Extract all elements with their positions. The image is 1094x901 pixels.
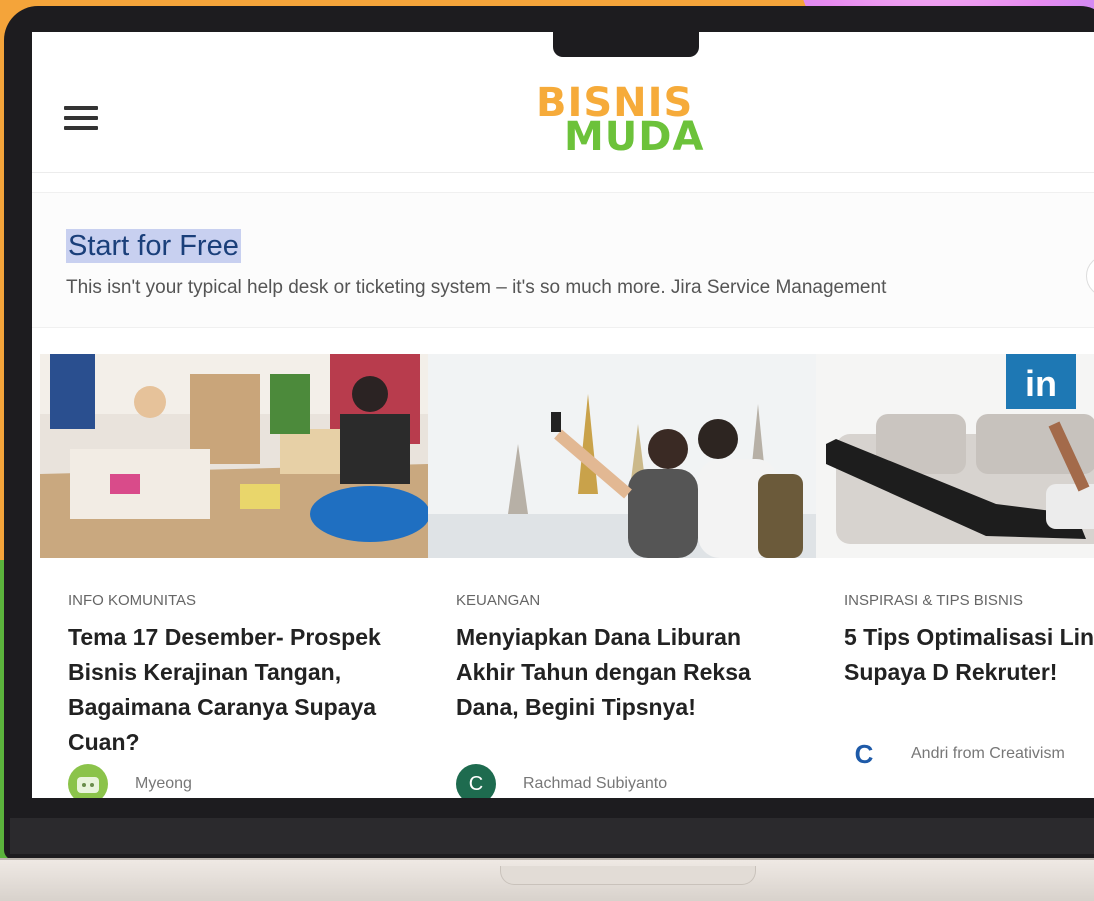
author-name: Myeong	[135, 775, 192, 792]
author-name: Rachmad Subiyanto	[523, 775, 668, 792]
article-author[interactable]: C Rachmad Subiyanto	[456, 764, 667, 798]
article-title[interactable]: 5 Tips Optimalisasi LinkedIn, Supaya D R…	[844, 620, 1094, 690]
browser-screen: BISNIS MUDA Start for Free This isn't yo…	[32, 32, 1094, 798]
linkedin-badge-text: in	[1025, 363, 1057, 404]
article-author[interactable]: Myeong	[68, 764, 192, 798]
avatar	[68, 764, 108, 798]
article-title[interactable]: Tema 17 Desember- Prospek Bisnis Kerajin…	[68, 620, 413, 760]
article-category[interactable]: INFO KOMUNITAS	[68, 592, 196, 609]
article-author[interactable]: C Andri from Creativism	[844, 734, 1065, 774]
article-image[interactable]	[40, 354, 428, 558]
article-card[interactable]: INFO KOMUNITAS Tema 17 Desember- Prospek…	[40, 354, 428, 798]
article-category[interactable]: INSPIRASI & TIPS BISNIS	[844, 592, 1023, 609]
avatar: C	[456, 764, 496, 798]
logo-text-muda: MUDA	[564, 114, 705, 160]
laptop-base-notch	[500, 866, 756, 885]
laptop-chin	[10, 818, 1094, 854]
ad-description: This isn't your typical help desk or tic…	[66, 277, 887, 298]
article-card[interactable]: KEUANGAN Menyiapkan Dana Liburan Akhir T…	[428, 354, 816, 798]
ad-banner[interactable]: Start for Free This isn't your typical h…	[32, 192, 1094, 328]
article-image[interactable]: in	[816, 354, 1094, 558]
article-category[interactable]: KEUANGAN	[456, 592, 540, 609]
site-logo[interactable]: BISNIS MUDA	[532, 80, 712, 160]
hamburger-icon[interactable]	[64, 106, 98, 134]
article-card[interactable]: in INSPIRASI & TIPS BISNIS 5 Tips Optima…	[816, 354, 1094, 798]
author-name: Andri from Creativism	[911, 745, 1065, 762]
article-image[interactable]	[428, 354, 816, 558]
article-title[interactable]: Menyiapkan Dana Liburan Akhir Tahun deng…	[456, 620, 801, 725]
avatar: C	[854, 738, 874, 769]
camera-notch	[553, 30, 699, 57]
ad-arrow-button[interactable]	[1086, 255, 1094, 297]
ad-title[interactable]: Start for Free	[66, 229, 241, 263]
